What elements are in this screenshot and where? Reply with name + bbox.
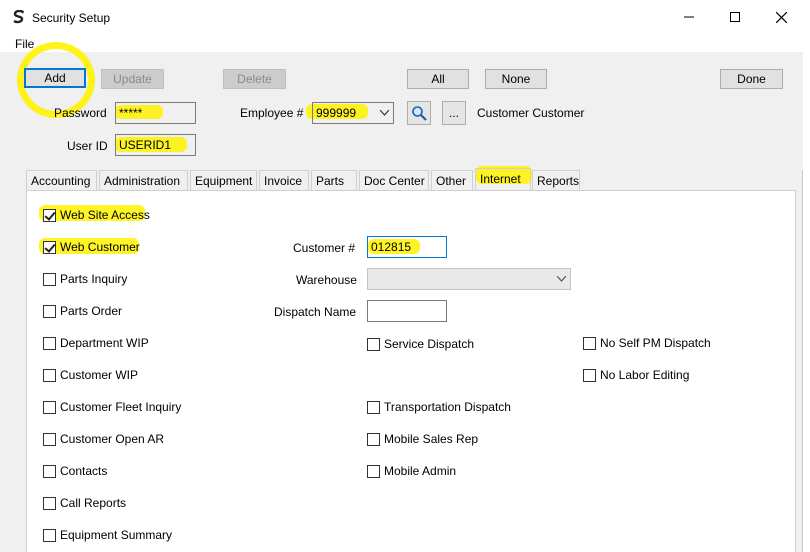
chevron-down-icon: [377, 105, 391, 121]
web-customer-checkbox[interactable]: Web Customer: [43, 240, 140, 254]
checkbox-box: [43, 272, 56, 286]
checkbox-box: [43, 400, 56, 414]
customer-fleet-inquiry-checkbox[interactable]: Customer Fleet Inquiry: [43, 400, 181, 414]
userid-field[interactable]: USERID1: [115, 134, 196, 156]
menu-bar: File: [0, 34, 803, 52]
checkbox-box: [367, 464, 380, 478]
chevron-down-icon: [554, 271, 568, 287]
password-field[interactable]: *****: [115, 102, 196, 124]
transportation-dispatch-checkbox[interactable]: Transportation Dispatch: [367, 400, 511, 414]
warehouse-select[interactable]: [367, 268, 571, 290]
minimize-icon: [684, 16, 694, 18]
warehouse-label: Warehouse: [296, 273, 357, 287]
service-dispatch-checkbox[interactable]: Service Dispatch: [367, 337, 474, 351]
no-self-pm-dispatch-checkbox[interactable]: No Self PM Dispatch: [583, 336, 711, 350]
tab-equipment[interactable]: Equipment: [190, 170, 257, 190]
parts-inquiry-checkbox[interactable]: Parts Inquiry: [43, 272, 127, 286]
dispatch-name-label: Dispatch Name: [274, 305, 357, 319]
customer-number-field[interactable]: 012815: [367, 236, 447, 258]
contacts-checkbox[interactable]: Contacts: [43, 464, 107, 478]
employee-name: Customer Customer: [477, 106, 585, 120]
tab-other[interactable]: Other: [431, 170, 473, 190]
checkbox-box: [583, 336, 596, 350]
checkbox-box: [43, 464, 56, 478]
employee-search-button[interactable]: [407, 101, 431, 125]
app-logo-icon: [13, 10, 24, 24]
select-all-button[interactable]: All: [407, 69, 469, 89]
parts-order-checkbox[interactable]: Parts Order: [43, 304, 122, 318]
employee-more-button[interactable]: ...: [442, 101, 466, 125]
no-labor-editing-checkbox[interactable]: No Labor Editing: [583, 368, 689, 382]
select-none-button[interactable]: None: [485, 69, 547, 89]
add-button[interactable]: Add: [24, 68, 86, 88]
update-button[interactable]: Update: [101, 69, 164, 89]
mobile-admin-checkbox[interactable]: Mobile Admin: [367, 464, 456, 478]
delete-button[interactable]: Delete: [223, 69, 286, 89]
employee-select[interactable]: 999999: [312, 102, 394, 124]
close-icon: [775, 11, 787, 23]
password-label: Password: [54, 106, 107, 120]
department-wip-checkbox[interactable]: Department WIP: [43, 336, 149, 350]
equipment-summary-checkbox[interactable]: Equipment Summary: [43, 528, 172, 542]
checkbox-box: [43, 208, 56, 222]
magnifier-icon: [412, 106, 427, 121]
window-title: Security Setup: [32, 11, 111, 25]
checkbox-box: [43, 528, 56, 542]
checkbox-box: [43, 336, 56, 350]
dispatch-name-field[interactable]: [367, 300, 447, 322]
tab-parts[interactable]: Parts: [311, 170, 357, 190]
checkbox-box: [43, 432, 56, 446]
employee-label: Employee #: [240, 106, 304, 120]
call-reports-checkbox[interactable]: Call Reports: [43, 496, 126, 510]
title-bar: Security Setup: [0, 0, 803, 34]
userid-label: User ID: [67, 139, 108, 153]
tab-administration[interactable]: Administration: [99, 170, 188, 190]
maximize-button[interactable]: [712, 0, 758, 34]
background-strip: [803, 0, 810, 552]
mobile-sales-rep-checkbox[interactable]: Mobile Sales Rep: [367, 432, 478, 446]
checkbox-box: [43, 304, 56, 318]
tab-invoice[interactable]: Invoice: [259, 170, 309, 190]
checkbox-box: [43, 368, 56, 382]
customer-wip-checkbox[interactable]: Customer WIP: [43, 368, 138, 382]
web-site-access-checkbox[interactable]: Web Site Access: [43, 208, 150, 222]
checkbox-box: [43, 496, 56, 510]
customer-open-ar-checkbox[interactable]: Customer Open AR: [43, 432, 164, 446]
checkbox-box: [367, 432, 380, 446]
done-button[interactable]: Done: [720, 69, 783, 89]
internet-tab-panel: Web Site Access Web Customer Parts Inqui…: [26, 190, 796, 552]
tab-doc-center[interactable]: Doc Center: [359, 170, 429, 190]
minimize-button[interactable]: [666, 0, 712, 34]
customer-number-label: Customer #: [293, 241, 356, 255]
checkbox-box: [583, 368, 596, 382]
checkbox-box: [367, 400, 380, 414]
checkbox-box: [367, 337, 380, 351]
security-setup-window: Security Setup File Add Update Delete Al…: [0, 0, 803, 552]
checkbox-box: [43, 240, 56, 254]
maximize-icon: [730, 12, 740, 22]
close-button[interactable]: [758, 0, 804, 34]
tab-internet[interactable]: Internet: [475, 168, 531, 191]
tab-reports[interactable]: Reports: [532, 170, 580, 190]
tab-accounting[interactable]: Accounting: [26, 170, 97, 190]
